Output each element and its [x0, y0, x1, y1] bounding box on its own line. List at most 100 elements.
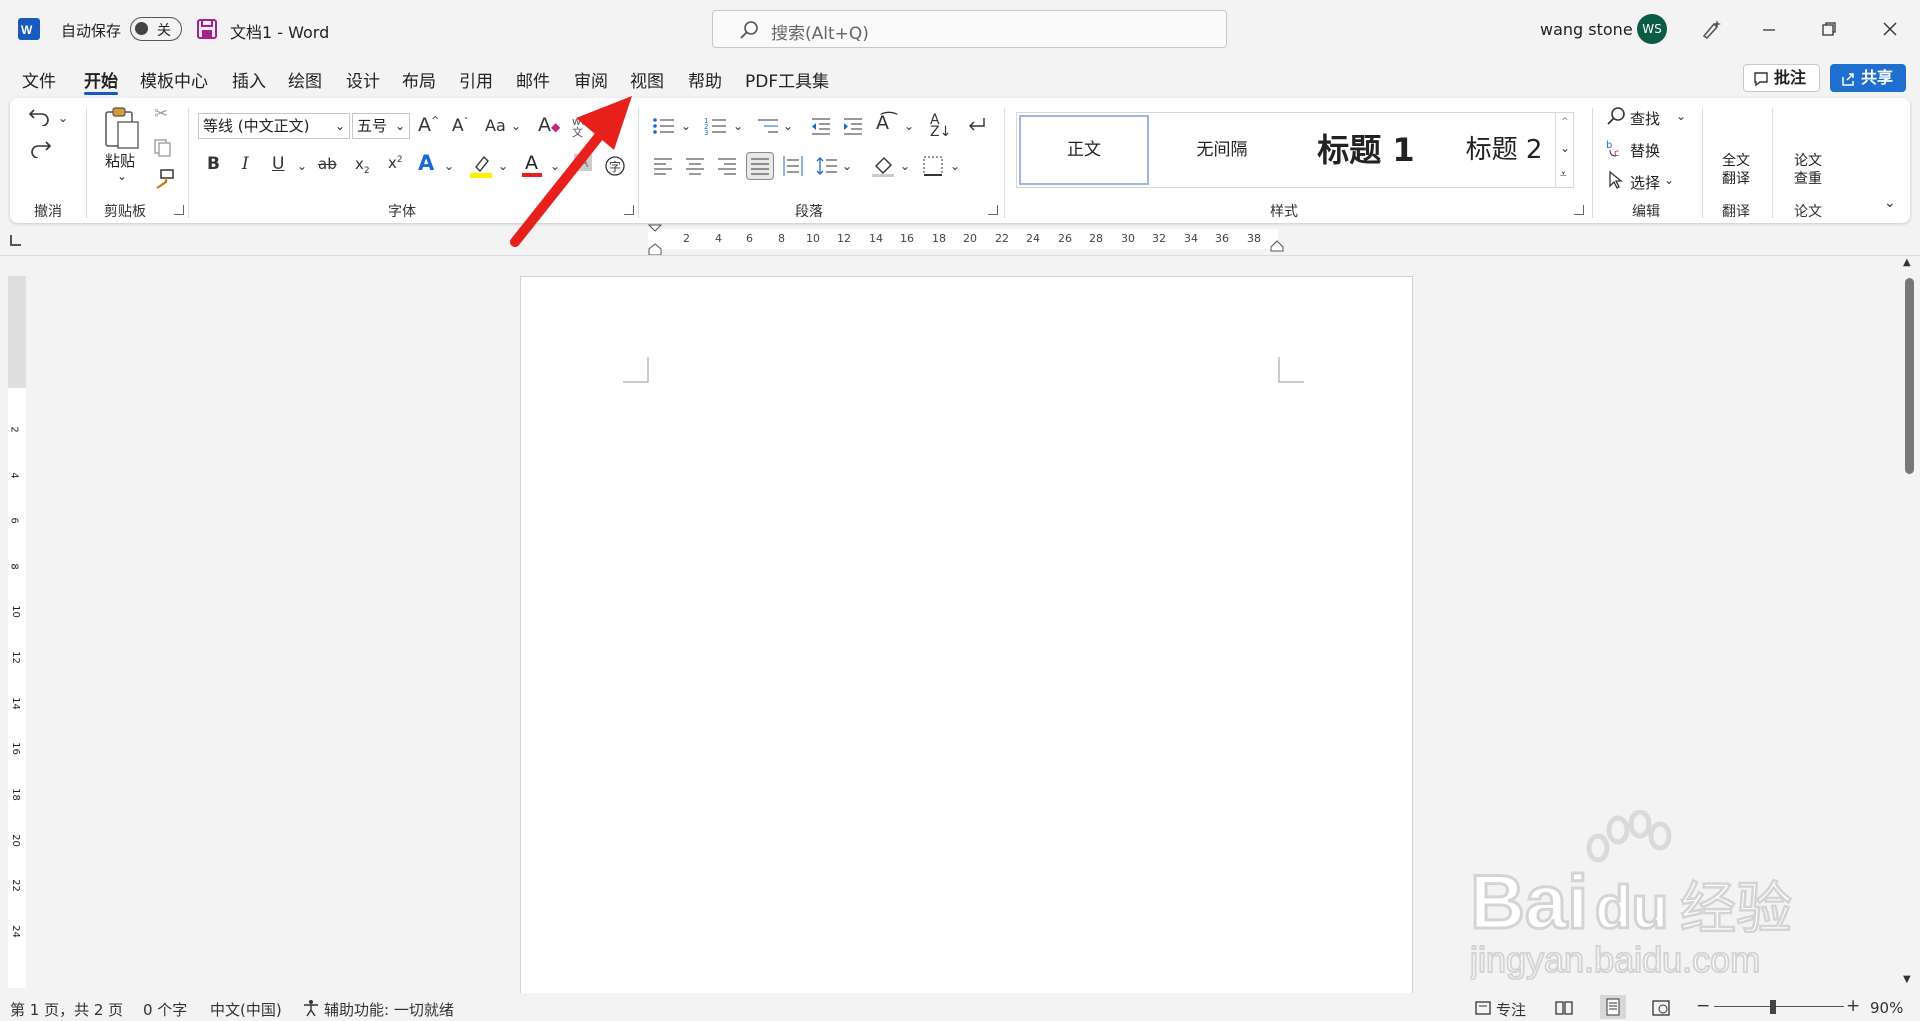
bullets-icon[interactable] — [652, 116, 676, 136]
find-label[interactable]: 查找 — [1630, 108, 1660, 129]
shading-dropdown-icon[interactable]: ⌄ — [900, 160, 910, 172]
autosave-toggle[interactable]: 关 — [130, 17, 182, 41]
justify-button[interactable] — [746, 152, 774, 180]
change-case-dropdown-icon[interactable]: ⌄ — [511, 120, 521, 132]
paste-icon[interactable] — [102, 106, 140, 150]
zoom-in-icon[interactable]: + — [1846, 996, 1860, 1016]
underline-icon[interactable]: U — [272, 156, 284, 173]
print-layout-button[interactable] — [1600, 995, 1626, 1019]
user-name[interactable]: wang stone — [1540, 20, 1633, 39]
scroll-up-icon[interactable]: ▲ — [1903, 258, 1911, 268]
status-focus[interactable]: 专注 — [1496, 999, 1526, 1020]
read-mode-icon[interactable] — [1555, 999, 1573, 1017]
numbering-dropdown-icon[interactable]: ⌄ — [733, 120, 743, 132]
font-color-icon[interactable]: A — [522, 152, 542, 178]
tab-draw[interactable]: 绘图 — [288, 67, 322, 92]
highlight-icon[interactable] — [470, 153, 494, 179]
style-heading-1[interactable]: 标题 1 — [1295, 113, 1437, 187]
tab-help[interactable]: 帮助 — [688, 67, 722, 92]
tab-home[interactable]: 开始 — [84, 67, 118, 92]
align-center-icon[interactable] — [684, 156, 706, 176]
styles-more-icon[interactable]: ⩡ — [1560, 168, 1567, 180]
format-painter-icon[interactable] — [153, 168, 175, 190]
paste-label[interactable]: 粘贴 — [105, 150, 135, 171]
grow-font-icon[interactable]: A^ — [418, 116, 439, 135]
right-indent-marker-icon[interactable] — [1270, 240, 1284, 252]
borders-dropdown-icon[interactable]: ⌄ — [950, 160, 960, 172]
document-page[interactable] — [520, 276, 1413, 1021]
paper-check-line1[interactable]: 论文 — [1794, 150, 1822, 170]
asian-layout-dropdown-icon[interactable]: ⌄ — [904, 120, 914, 132]
tab-review[interactable]: 审阅 — [574, 67, 608, 92]
phonetic-guide-icon[interactable]: wén 文 — [572, 116, 595, 138]
chevron-up-icon[interactable]: ⌃ — [1560, 116, 1570, 128]
tab-references[interactable]: 引用 — [459, 67, 493, 92]
borders-icon[interactable] — [922, 155, 944, 177]
cut-icon[interactable]: ✂ — [154, 106, 168, 123]
replace-icon[interactable]: bc — [1606, 138, 1626, 158]
tab-insert[interactable]: 插入 — [232, 67, 266, 92]
zoom-out-icon[interactable]: − — [1696, 996, 1710, 1016]
comments-button[interactable]: 批注 — [1743, 64, 1820, 92]
chevron-down-icon[interactable]: ⌄ — [1560, 142, 1570, 154]
numbering-icon[interactable]: 123 — [704, 116, 728, 136]
tab-template-center[interactable]: 模板中心 — [140, 67, 208, 92]
shrink-font-icon[interactable]: Aˇ — [452, 118, 468, 135]
tab-view[interactable]: 视图 — [630, 67, 664, 92]
status-zoom[interactable]: 90% — [1870, 999, 1903, 1017]
search-box[interactable]: 搜索(Alt+Q) — [712, 10, 1227, 48]
clear-formatting-icon[interactable]: A◆ — [538, 116, 560, 135]
status-words[interactable]: 0 个字 — [143, 999, 187, 1020]
text-effects-icon[interactable]: A — [418, 153, 434, 174]
save-icon[interactable] — [196, 18, 218, 40]
styles-launcher-icon[interactable] — [1574, 205, 1584, 215]
style-normal[interactable]: 正文 — [1019, 115, 1149, 185]
increase-indent-icon[interactable] — [842, 116, 864, 136]
indent-marker-icon[interactable] — [648, 224, 662, 256]
bold-icon[interactable]: B — [207, 156, 220, 173]
vertical-scrollbar-thumb[interactable] — [1905, 278, 1914, 474]
style-no-spacing[interactable]: 无间隔 — [1157, 113, 1287, 187]
undo-icon[interactable] — [28, 106, 52, 126]
minimize-icon[interactable] — [1761, 22, 1777, 38]
bullets-dropdown-icon[interactable]: ⌄ — [681, 120, 691, 132]
highlight-dropdown-icon[interactable]: ⌄ — [498, 160, 508, 172]
designer-pen-icon[interactable] — [1700, 18, 1722, 40]
share-button[interactable]: 共享 — [1830, 64, 1906, 92]
strikethrough-icon[interactable]: ab — [318, 157, 337, 172]
enclose-characters-icon[interactable]: 字 — [604, 155, 626, 177]
replace-label[interactable]: 替换 — [1630, 140, 1660, 161]
shading-icon[interactable] — [872, 154, 896, 178]
align-right-icon[interactable] — [716, 156, 738, 176]
avatar[interactable]: WS — [1637, 14, 1667, 44]
font-launcher-icon[interactable] — [624, 205, 634, 215]
clipboard-launcher-icon[interactable] — [174, 205, 184, 215]
horizontal-ruler[interactable]: 2 4 6 8 10 12 14 16 18 20 22 24 26 28 30… — [648, 229, 1278, 249]
zoom-slider-thumb[interactable] — [1770, 1000, 1776, 1014]
undo-dropdown-icon[interactable]: ⌄ — [58, 112, 68, 124]
distributed-icon[interactable] — [782, 156, 804, 176]
web-layout-icon[interactable] — [1652, 999, 1670, 1017]
vertical-ruler[interactable]: 2 4 6 8 10 12 14 16 18 20 22 24 — [8, 388, 26, 988]
find-icon[interactable] — [1606, 106, 1626, 126]
zoom-slider-track[interactable] — [1714, 1006, 1844, 1007]
redo-icon[interactable] — [28, 138, 52, 158]
multilevel-list-icon[interactable] — [756, 116, 780, 136]
line-spacing-dropdown-icon[interactable]: ⌄ — [842, 160, 852, 172]
show-formatting-icon[interactable] — [966, 116, 988, 136]
subscript-icon[interactable]: x2 — [355, 157, 370, 176]
tab-design[interactable]: 设计 — [346, 67, 380, 92]
status-language[interactable]: 中文(中国) — [210, 999, 282, 1020]
change-case-label[interactable]: Aa — [485, 118, 506, 134]
focus-icon[interactable] — [1474, 999, 1492, 1017]
character-shading-icon[interactable]: A — [574, 154, 592, 171]
tab-layout[interactable]: 布局 — [402, 67, 436, 92]
select-label[interactable]: 选择 — [1630, 172, 1660, 193]
line-spacing-icon[interactable] — [816, 156, 838, 176]
paper-check-line2[interactable]: 查重 — [1794, 168, 1822, 188]
decrease-indent-icon[interactable] — [810, 116, 832, 136]
tab-mailings[interactable]: 邮件 — [516, 67, 550, 92]
sort-icon[interactable]: A Z↓ — [930, 113, 951, 139]
paste-dropdown-icon[interactable]: ⌄ — [117, 170, 127, 182]
close-icon[interactable] — [1882, 21, 1898, 37]
